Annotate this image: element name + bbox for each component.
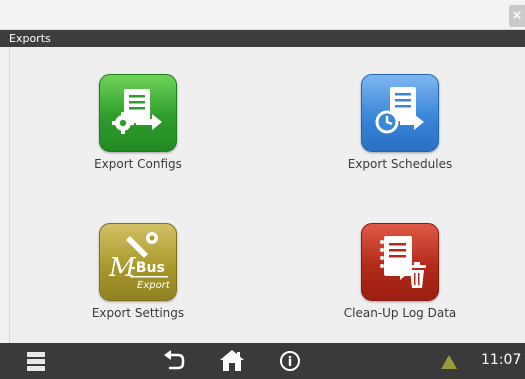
export-configs-label: Export Configs [94,157,182,171]
svg-text:Export: Export [137,280,171,291]
info-icon: i [280,351,300,371]
menu-button[interactable] [25,343,47,379]
mbus-export-icon[interactable]: M -Bus Export [99,223,177,301]
info-button[interactable]: i [278,343,302,379]
cleanup-log-icon[interactable] [361,223,439,301]
close-button[interactable]: × [509,5,525,27]
export-schedules-icon[interactable] [361,74,439,152]
export-settings-label: Export Settings [91,306,185,320]
window-top-strip: × [0,0,525,30]
warning-indicator[interactable] [440,343,458,379]
page-title: Exports [0,30,525,47]
export-configs-tile[interactable]: Export Configs [38,74,238,184]
export-configs-icon[interactable] [99,74,177,152]
svg-text:-Bus: -Bus [130,260,165,276]
export-settings-tile[interactable]: M -Bus Export Export Settings [38,223,238,333]
back-button[interactable] [162,343,186,379]
export-schedules-label: Export Schedules [347,157,453,171]
home-icon [220,350,244,371]
svg-text:i: i [288,355,292,370]
bottom-navigation-bar: i 11:07 [0,343,525,379]
app-window: × Exports Export Configs Export Schedule… [0,0,525,379]
warning-icon [441,355,457,369]
exports-panel: Export Configs Export Schedules M -Bus E… [9,47,525,343]
clock: 11:07 [481,352,522,368]
back-icon [164,350,185,370]
menu-icon [27,352,45,371]
home-button[interactable] [219,343,245,379]
export-schedules-tile[interactable]: Export Schedules [300,74,500,184]
cleanup-log-data-label: Clean-Up Log Data [343,306,457,320]
cleanup-log-data-tile[interactable]: Clean-Up Log Data [300,223,500,333]
